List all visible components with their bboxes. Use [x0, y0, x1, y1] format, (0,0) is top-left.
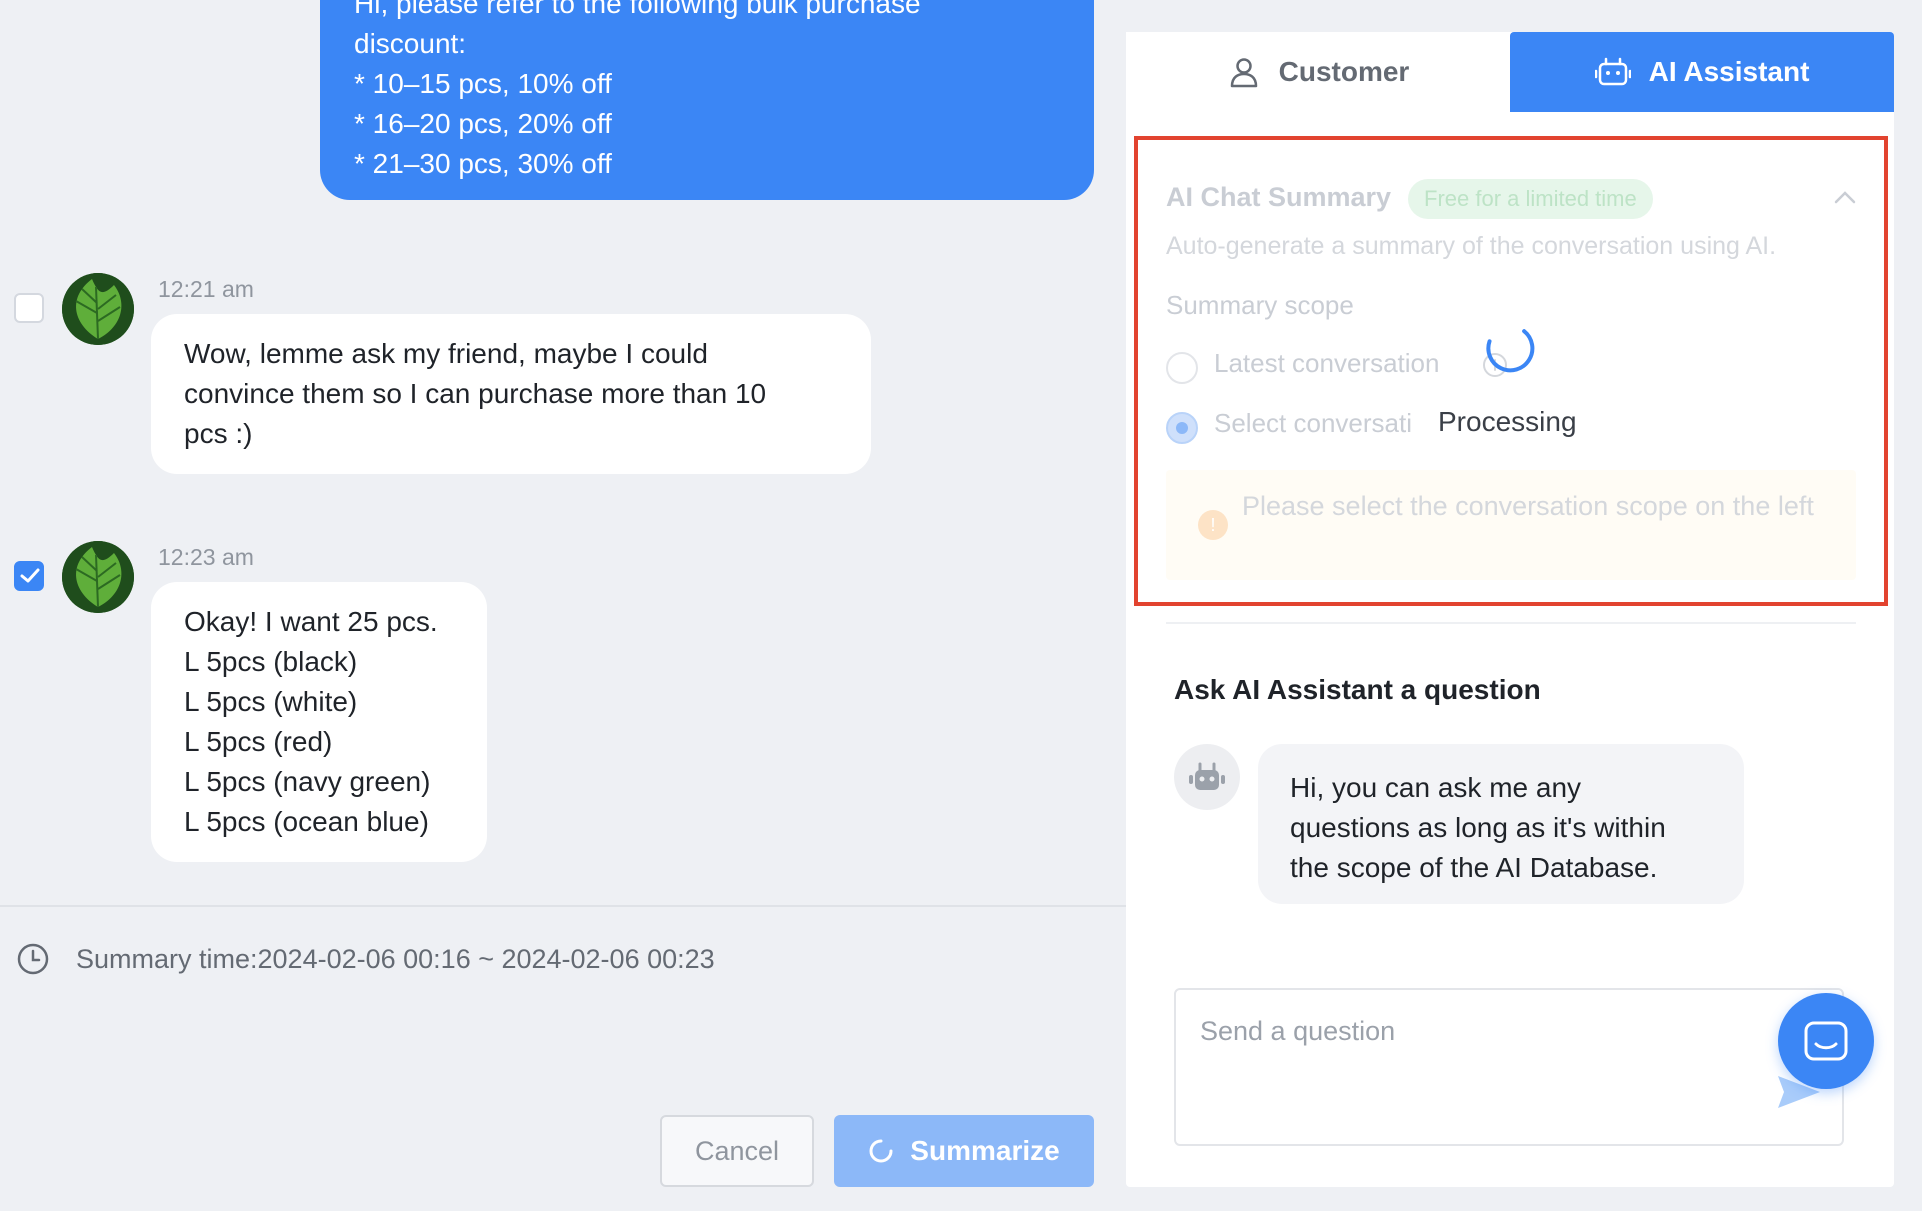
clock-icon [17, 943, 49, 975]
chat-widget-icon [1804, 1021, 1848, 1061]
highlight-box [1134, 136, 1888, 606]
agent-message-line: * 21–30 pcs, 30% off [354, 148, 612, 179]
message-line: L 5pcs (ocean blue) [184, 806, 429, 837]
summary-time: Summary time:2024-02-06 00:16 ~ 2024-02-… [16, 942, 715, 976]
check-icon [20, 568, 40, 583]
chat-area: Hi, please refer to the following bulk p… [0, 0, 1126, 1211]
agent-message-line: discount: [354, 28, 467, 59]
panel-tabs: Customer AI Assistant [1126, 32, 1894, 112]
customer-message-bubble: Wow, lemme ask my friend, maybe I could … [151, 314, 871, 474]
customer-avatar [62, 541, 134, 613]
app-root: Hi, please refer to the following bulk p… [0, 0, 1922, 1211]
message-line: L 5pcs (black) [184, 646, 358, 677]
agent-message-line: * 16–20 pcs, 20% off [354, 108, 612, 139]
message-checkbox-1[interactable] [14, 293, 44, 323]
customer-message-bubble: Okay! I want 25 pcs. L 5pcs (black) L 5p… [151, 582, 487, 862]
assistant-panel: Customer AI Assistant AI Chat Summary Fr… [1126, 0, 1922, 1211]
message-line: pcs :) [184, 418, 253, 449]
message-checkbox-2[interactable] [14, 561, 44, 591]
leaf-icon [62, 273, 134, 345]
divider [0, 905, 1126, 907]
user-icon [1230, 58, 1257, 88]
robot-icon [1594, 57, 1631, 86]
question-input-box [1174, 988, 1844, 1146]
robot-icon [1189, 762, 1225, 790]
message-line: L 5pcs (red) [184, 726, 333, 757]
summarize-label: Summarize [910, 1135, 1060, 1166]
loading-icon [869, 1139, 893, 1163]
ask-ai-title: Ask AI Assistant a question [1174, 674, 1541, 705]
tab-ai-assistant[interactable]: AI Assistant [1510, 32, 1894, 112]
customer-avatar [62, 273, 134, 345]
agent-message-line: * 10–15 pcs, 10% off [354, 68, 612, 99]
message-line: Wow, lemme ask my friend, maybe I could [184, 338, 708, 369]
agent-message-bubble: Hi, please refer to the following bulk p… [320, 0, 1094, 200]
leaf-icon [62, 541, 134, 613]
divider [1166, 622, 1856, 624]
summarize-button[interactable]: Summarize [834, 1115, 1094, 1187]
summary-time-text: Summary time:2024-02-06 00:16 ~ 2024-02-… [76, 943, 715, 974]
message-time: 12:21 am [158, 276, 254, 302]
message-line: convince them so I can purchase more tha… [184, 378, 767, 409]
tab-label: AI Assistant [1648, 56, 1810, 87]
bot-message-bubble: Hi, you can ask me any questions as long… [1258, 744, 1744, 904]
cancel-button[interactable]: Cancel [660, 1115, 814, 1187]
panel-card: Customer AI Assistant AI Chat Summary Fr… [1126, 32, 1894, 1187]
question-input[interactable] [1176, 990, 1842, 1144]
tab-customer[interactable]: Customer [1126, 32, 1510, 112]
bot-message-line: Hi, you can ask me any [1290, 772, 1582, 803]
bot-message-line: questions as long as it's within [1290, 812, 1666, 843]
bot-message-line: the scope of the AI Database. [1290, 852, 1658, 883]
chat-widget-button[interactable] [1778, 993, 1874, 1089]
agent-message-line: Hi, please refer to the following bulk p… [354, 0, 921, 19]
bot-avatar [1174, 744, 1240, 810]
message-line: L 5pcs (white) [184, 686, 358, 717]
message-time: 12:23 am [158, 544, 254, 570]
message-line: L 5pcs (navy green) [184, 766, 431, 797]
tab-label: Customer [1278, 56, 1410, 87]
message-line: Okay! I want 25 pcs. [184, 606, 438, 637]
